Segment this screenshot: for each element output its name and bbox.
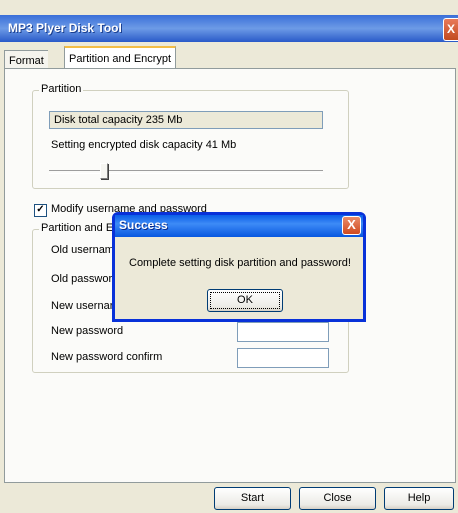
- dialog-title: Success: [119, 218, 168, 232]
- start-button[interactable]: Start: [214, 487, 291, 510]
- capacity-slider-thumb[interactable]: [99, 163, 108, 179]
- title-bar[interactable]: MP3 Plyer Disk Tool X: [0, 15, 458, 42]
- dialog-close-icon[interactable]: X: [342, 216, 361, 235]
- dialog-body: Complete setting disk partition and pass…: [115, 237, 363, 319]
- window-title: MP3 Plyer Disk Tool: [8, 21, 122, 35]
- ok-button[interactable]: OK: [207, 289, 283, 312]
- new-password-label: New password: [51, 325, 124, 337]
- partition-group-title: Partition: [39, 83, 84, 95]
- dialog-message: Complete setting disk partition and pass…: [129, 257, 351, 269]
- tab-format[interactable]: Format: [4, 50, 48, 69]
- close-icon[interactable]: X: [443, 18, 458, 41]
- old-username-label: Old usernam: [51, 244, 114, 256]
- main-window: MP3 Plyer Disk Tool X Format Partition a…: [0, 0, 458, 513]
- credentials-group-title: Partition and E: [39, 222, 116, 234]
- dialog-title-bar[interactable]: Success X: [115, 215, 363, 237]
- new-username-label: New usernar: [51, 300, 114, 312]
- capacity-slider-track[interactable]: [49, 170, 323, 174]
- success-dialog: Success X Complete setting disk partitio…: [112, 212, 366, 322]
- new-password-confirm-label: New password confirm: [51, 351, 163, 363]
- ok-button-label: OK: [210, 292, 280, 309]
- modify-credentials-checkbox[interactable]: ✓: [34, 204, 47, 217]
- partition-group: Partition Disk total capacity 235 Mb Set…: [32, 83, 349, 189]
- encrypted-capacity-label: Setting encrypted disk capacity 41 Mb: [51, 139, 237, 151]
- new-password-input[interactable]: [237, 322, 329, 342]
- help-button[interactable]: Help: [384, 487, 454, 510]
- new-password-confirm-input[interactable]: [237, 348, 329, 368]
- old-password-label: Old passwor: [51, 273, 113, 285]
- disk-total-capacity-field: Disk total capacity 235 Mb: [49, 111, 323, 129]
- close-button[interactable]: Close: [299, 487, 376, 510]
